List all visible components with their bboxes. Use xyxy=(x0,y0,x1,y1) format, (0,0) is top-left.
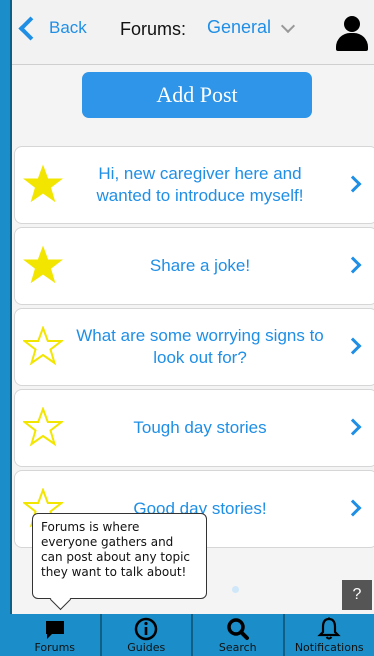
category-value: General xyxy=(207,17,272,37)
tab-forums[interactable]: Forums xyxy=(10,614,102,656)
chevron-down-icon xyxy=(280,18,296,34)
post-item[interactable]: What are some worrying signs to look out… xyxy=(14,308,374,386)
star-outline-icon[interactable] xyxy=(23,326,63,366)
chat-icon xyxy=(45,621,64,639)
bell-icon xyxy=(317,617,341,640)
info-icon xyxy=(135,617,158,641)
post-title: Hi, new caregiver here and wanted to int… xyxy=(96,164,304,205)
chevron-right-icon xyxy=(344,499,362,517)
tab-search[interactable]: Search xyxy=(193,614,285,656)
post-item[interactable]: Tough day stories xyxy=(14,389,374,467)
profile-head xyxy=(344,16,360,32)
post-title: Tough day stories xyxy=(133,418,267,437)
chevron-right-icon xyxy=(344,337,362,355)
star-filled-icon[interactable] xyxy=(23,164,63,204)
post-title: Share a joke! xyxy=(149,256,251,275)
help-button[interactable]: ? xyxy=(342,580,372,610)
post-item[interactable]: Share a joke! xyxy=(14,227,374,305)
tab-label: Search xyxy=(218,641,257,654)
star-outline-icon[interactable] xyxy=(23,407,63,447)
tab-label: Forums xyxy=(34,641,76,654)
profile-icon[interactable] xyxy=(336,16,368,52)
top-bar: Back Forums: General xyxy=(12,0,374,65)
page-indicator-dot xyxy=(232,586,239,593)
forums-tooltip: Forums is where everyone gathers and can… xyxy=(32,513,207,599)
tab-bar: Forums Guides Search Notifications xyxy=(10,614,374,656)
tab-label: Notifications xyxy=(294,641,364,654)
tab-label: Guides xyxy=(127,641,166,654)
search-icon xyxy=(227,618,249,640)
chevron-left-icon xyxy=(18,15,43,41)
back-label: Back xyxy=(49,18,87,37)
post-list: Hi, new caregiver here and wanted to int… xyxy=(14,146,374,551)
category-dropdown[interactable]: General xyxy=(207,17,296,38)
star-filled-icon[interactable] xyxy=(23,245,63,285)
tab-notifications[interactable]: Notifications xyxy=(285,614,374,656)
chevron-right-icon xyxy=(344,175,362,193)
add-post-button[interactable]: Add Post xyxy=(82,72,312,118)
profile-body xyxy=(336,33,368,51)
post-item[interactable]: Hi, new caregiver here and wanted to int… xyxy=(14,146,374,224)
back-button[interactable]: Back xyxy=(18,15,87,41)
tab-guides[interactable]: Guides xyxy=(102,614,193,656)
post-title: What are some worrying signs to look out… xyxy=(76,326,324,367)
chevron-right-icon xyxy=(344,256,362,274)
forums-label: Forums: xyxy=(120,19,187,39)
chevron-right-icon xyxy=(344,418,362,436)
